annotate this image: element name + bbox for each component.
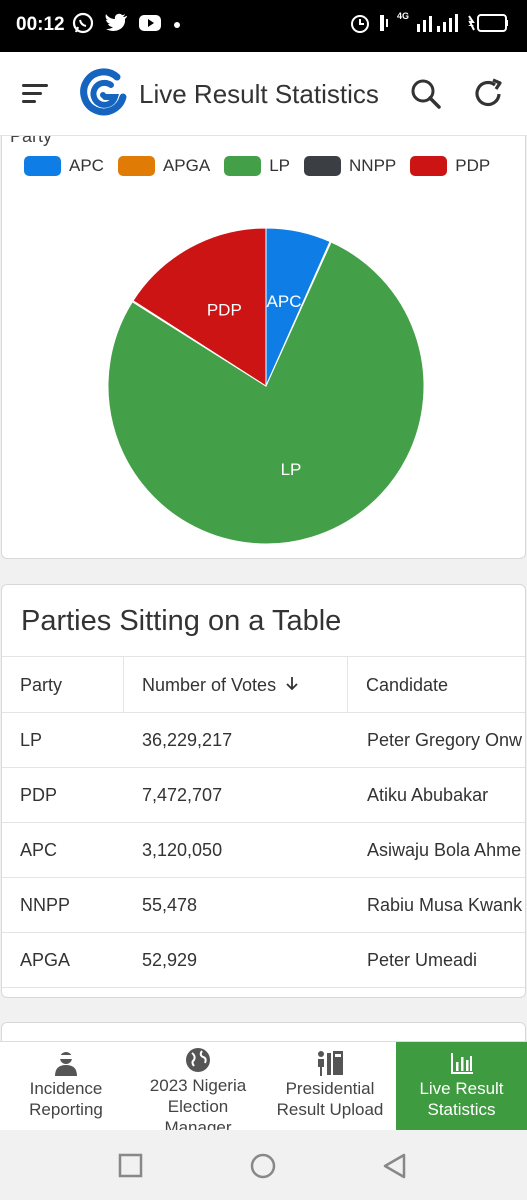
table-row[interactable]: APGA 52,929 Peter Umeadi <box>2 933 525 988</box>
arrow-down-icon <box>286 677 298 691</box>
twitter-icon <box>105 13 127 31</box>
whatsapp-icon <box>72 12 94 34</box>
status-bar: 00:12 4G 1 <box>0 0 527 52</box>
home-icon <box>250 1153 276 1179</box>
nav-label: Incidence Reporting <box>29 1079 103 1119</box>
alarm-icon <box>350 15 369 33</box>
recents-button[interactable] <box>117 1152 145 1180</box>
cell-votes: 7,472,707 <box>142 785 223 805</box>
nav-incidence-reporting[interactable]: Incidence Reporting <box>0 1042 132 1131</box>
cell-candidate: Asiwaju Bola Ahme <box>367 840 522 860</box>
table-header: Party Number of Votes Candidate <box>2 656 525 713</box>
table-row[interactable]: LP 36,229,217 Peter Gregory Onw <box>2 713 525 768</box>
app-bar: Live Result Statistics <box>0 52 527 136</box>
bottom-navigation: Incidence Reporting 2023 Nigeria Electio… <box>0 1041 527 1131</box>
slice-label-lp: LP <box>281 460 302 479</box>
dot-icon <box>174 22 180 28</box>
table-title: Parties Sitting on a Table <box>21 605 342 637</box>
cell-votes: 36,229,217 <box>142 730 233 750</box>
cell-candidate: Peter Gregory Onw <box>367 730 523 750</box>
table-row[interactable]: APC 3,120,050 Asiwaju Bola Ahme <box>2 823 525 878</box>
header-label: Party <box>20 675 63 695</box>
page-title: Live Result Statistics <box>139 79 379 109</box>
chart-card: Party APC APGA LP NNPP PDP APC LP PDP <box>1 136 526 559</box>
notification-icons <box>72 12 182 34</box>
system-status-icons: 4G 1 <box>349 11 509 34</box>
signal-icon <box>417 14 458 32</box>
pie-chart: APC LP PDP <box>107 227 425 545</box>
logo-icon <box>80 68 127 116</box>
search-icon <box>411 79 441 109</box>
header-label: Number of Votes <box>142 675 277 695</box>
column-header-candidate[interactable]: Candidate <box>348 657 525 713</box>
column-header-party[interactable]: Party <box>2 657 124 713</box>
cell-party: LP <box>20 730 43 750</box>
cell-votes: 55,478 <box>142 895 198 915</box>
search-button[interactable] <box>409 77 443 111</box>
refresh-icon <box>475 78 502 107</box>
status-time: 00:12 <box>16 14 65 35</box>
column-header-votes[interactable]: Number of Votes <box>124 657 348 713</box>
back-icon <box>383 1153 406 1179</box>
ballot-box-icon <box>318 1051 343 1076</box>
cell-votes: 52,929 <box>142 950 198 970</box>
cell-party: APGA <box>20 950 71 970</box>
nav-presidential-upload[interactable]: Presidential Result Upload <box>264 1042 396 1131</box>
incident-reporter-icon <box>55 1052 77 1076</box>
nav-election-manager[interactable]: 2023 Nigeria Election Manager <box>132 1042 264 1131</box>
cell-candidate: Peter Umeadi <box>367 950 478 970</box>
table-row[interactable]: NNPP 55,478 Rabiu Musa Kwank <box>2 878 525 933</box>
network-type: 4G <box>396 11 409 21</box>
cell-party: PDP <box>20 785 58 805</box>
nav-label: Presidential Result Upload <box>276 1079 384 1119</box>
cell-candidate: Rabiu Musa Kwank <box>367 895 523 915</box>
slice-label-pdp: PDP <box>207 301 242 320</box>
battery-level: 1 <box>467 17 474 29</box>
nav-live-result-statistics[interactable]: Live Result Statistics <box>396 1042 527 1131</box>
cell-party: APC <box>20 840 58 860</box>
cell-votes: 3,120,050 <box>142 840 223 860</box>
menu-button[interactable] <box>22 78 54 108</box>
slice-label-apc: APC <box>267 292 302 311</box>
results-table-card: Parties Sitting on a Table Party Number … <box>1 584 526 998</box>
refresh-button[interactable] <box>471 77 505 111</box>
home-button[interactable] <box>249 1152 277 1180</box>
recents-icon <box>118 1153 143 1178</box>
youtube-icon <box>139 15 161 31</box>
nav-label: Live Result Statistics <box>419 1079 504 1119</box>
cell-party: NNPP <box>20 895 71 915</box>
back-button[interactable] <box>381 1152 409 1180</box>
header-label: Candidate <box>366 675 449 695</box>
system-navigation-bar <box>0 1130 527 1200</box>
cell-candidate: Atiku Abubakar <box>367 785 489 805</box>
bar-chart-icon <box>450 1053 473 1074</box>
vibrate-icon <box>379 15 388 31</box>
nav-label: 2023 Nigeria Election Manager <box>149 1076 247 1131</box>
globe-icon <box>186 1048 210 1072</box>
table-row[interactable]: PDP 7,472,707 Atiku Abubakar <box>2 768 525 823</box>
